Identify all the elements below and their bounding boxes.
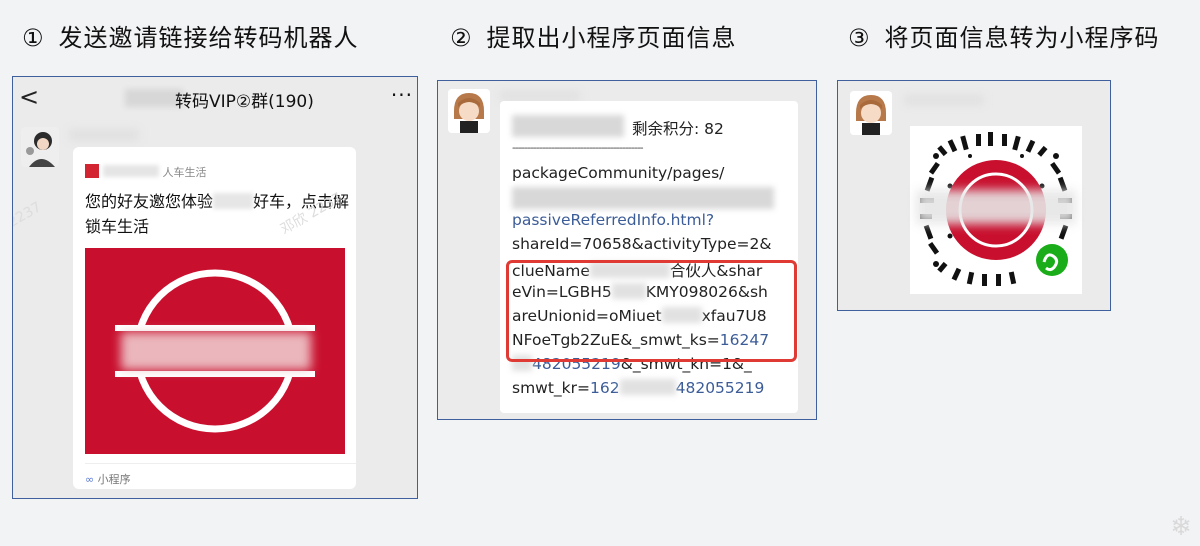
step-1-heading: ① 发送邀请链接给转码机器人	[22, 24, 359, 52]
brand-logo-icon	[85, 164, 99, 178]
highlight-box	[506, 260, 797, 362]
redacted-bot-name	[904, 95, 984, 105]
mini-program-label: ∞ 小程序	[85, 473, 131, 486]
redacted-digits	[619, 379, 676, 395]
wechat-mini-program-icon	[1036, 244, 1068, 276]
bot-avatar[interactable]	[850, 91, 892, 135]
redacted-path	[512, 187, 774, 209]
mini-program-icon: ∞	[85, 473, 95, 486]
mini-program-card[interactable]: 人车生活 您的好友邀您体验 好车，点击解锁车生活 ∞ 小程序	[73, 147, 356, 489]
back-icon[interactable]: <	[19, 83, 39, 111]
redacted-bot-name	[500, 91, 580, 101]
redacted-sender-name	[69, 129, 139, 141]
card-cover-image	[85, 248, 345, 454]
mini-program-code-screenshot	[837, 80, 1111, 311]
redacted-center-logo	[916, 190, 1076, 224]
param-line-9: smwt_kr=162 482055219	[512, 379, 765, 397]
path-line-2[interactable]: passiveReferredInfo.html?	[512, 211, 714, 229]
page-info-screenshot: 剩余积分: 82 -------------------------------…	[437, 80, 817, 420]
points-remaining: 剩余积分: 82	[632, 120, 724, 138]
step-2-heading: ② 提取出小程序页面信息	[450, 24, 737, 52]
mini-program-code[interactable]	[910, 126, 1082, 294]
redacted-username	[512, 115, 624, 137]
redacted-brand-in-text	[213, 193, 254, 209]
param-line-3: shareId=70658&activityType=2&	[512, 235, 772, 253]
step-3-heading: ③ 将页面信息转为小程序码	[848, 24, 1160, 52]
redacted-brand	[103, 165, 159, 177]
sender-avatar[interactable]	[21, 127, 59, 167]
snowflake-watermark-icon: ❄	[1170, 512, 1192, 542]
redacted-logo-text	[121, 332, 311, 370]
separator-line: ----------------------------------------…	[512, 141, 644, 154]
card-divider	[85, 463, 356, 464]
more-icon[interactable]: ···	[391, 83, 413, 107]
chat-title: 转码VIP②群(190)	[175, 92, 314, 112]
bot-message: 剩余积分: 82 -------------------------------…	[500, 101, 798, 413]
path-line-1: packageCommunity/pages/	[512, 164, 725, 182]
watermark: 2237	[12, 199, 45, 231]
group-chat-screenshot: < 转码VIP②群(190) ··· 人车生活 您的好友邀您体验 好车，点击解锁车…	[12, 76, 418, 499]
card-brand: 人车生活	[85, 164, 207, 180]
bot-avatar[interactable]	[448, 89, 490, 133]
